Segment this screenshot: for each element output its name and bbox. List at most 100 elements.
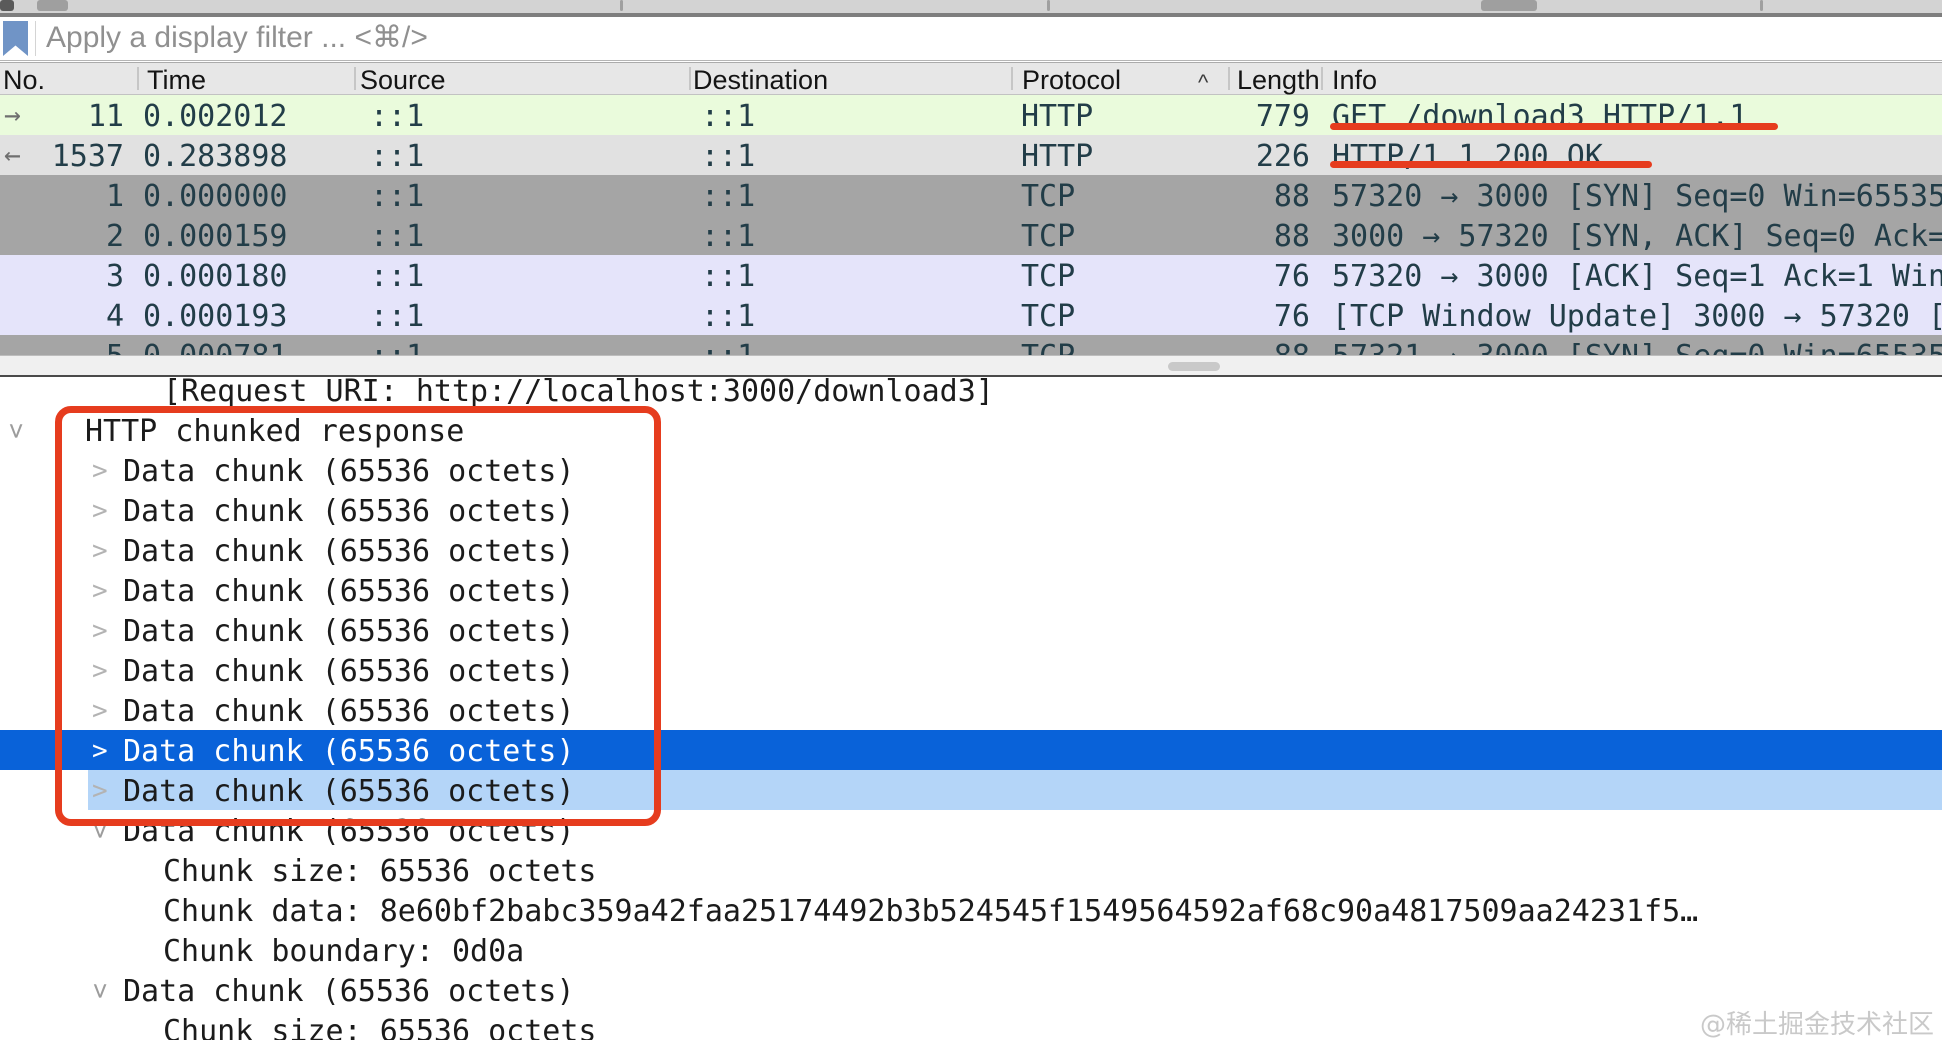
detail-row[interactable]: > Data chunk (65536 octets) — [0, 730, 1942, 770]
sort-ascending-icon[interactable]: ^ — [1198, 70, 1208, 96]
detail-row[interactable]: > Data chunk (65536 octets) — [0, 970, 1942, 1010]
packet-no: 1537 — [51, 139, 124, 174]
detail-row-label: Data chunk (65536 octets) — [123, 774, 575, 809]
packet-destination: ::1 — [701, 299, 756, 334]
packet-length: 76 — [1273, 259, 1310, 294]
toolbar-icon-remnant — [1760, 0, 1763, 11]
packet-source: ::1 — [370, 219, 425, 254]
detail-row-label: Data chunk (65536 octets) — [123, 454, 575, 489]
packet-time: 0.000781 — [143, 339, 288, 355]
packet-info: HTTP/1.1 200 OK — [1332, 139, 1603, 174]
watermark: @稀土掘金技术社区 — [1699, 1010, 1934, 1040]
column-header-length[interactable]: Length — [1237, 65, 1321, 96]
detail-row-label: Data chunk (65536 octets) — [123, 494, 575, 529]
detail-row[interactable]: > Data chunk (65536 octets) — [0, 650, 1942, 690]
detail-row[interactable]: > Data chunk (65536 octets) — [0, 690, 1942, 730]
packet-length: 76 — [1273, 299, 1310, 334]
packet-info: GET /download3 HTTP/1.1 — [1332, 99, 1748, 134]
detail-row[interactable]: Chunk data: 8e60bf2babc359a42faa25174492… — [0, 890, 1942, 930]
toolbar-icon-remnant — [1481, 0, 1537, 11]
packet-list: → 11 0.002012 ::1 ::1 HTTP 779 GET /down… — [0, 95, 1942, 355]
packet-info: 57321 → 3000 [SYN] Seq=0 Win=65535 Len=0 — [1332, 339, 1942, 355]
detail-row[interactable]: > Data chunk (65536 octets) — [0, 810, 1942, 850]
toolbar-icon-remnant — [1047, 0, 1050, 11]
packet-info: 57320 → 3000 [ACK] Seq=1 Ack=1 Win=40716… — [1332, 259, 1942, 294]
packet-length: 88 — [1160, 339, 1310, 355]
packet-info: 3000 → 57320 [SYN, ACK] Seq=0 Ack=1 Win=… — [1332, 219, 1942, 254]
detail-row[interactable]: Chunk size: 65536 octets — [0, 1010, 1942, 1040]
column-separator[interactable] — [1321, 67, 1323, 90]
column-separator[interactable] — [354, 67, 356, 90]
column-separator[interactable] — [1228, 67, 1230, 90]
column-header-info[interactable]: Info — [1332, 65, 1377, 96]
packet-time: 0.002012 — [143, 99, 288, 134]
chevron-right-icon[interactable]: > — [92, 736, 108, 766]
detail-row[interactable]: > Data chunk (65536 octets) — [0, 570, 1942, 610]
chevron-right-icon[interactable]: > — [92, 616, 108, 646]
detail-row[interactable]: > Data chunk (65536 octets) — [0, 610, 1942, 650]
packet-source: ::1 — [370, 179, 425, 214]
detail-row[interactable]: > Data chunk (65536 octets) — [0, 490, 1942, 530]
packet-list-header: ^ No. Time Source Destination Protocol Length… — [0, 62, 1942, 95]
packet-destination: ::1 — [701, 139, 756, 174]
column-header-no[interactable]: No. — [3, 65, 45, 96]
chevron-down-icon[interactable]: > — [85, 823, 115, 839]
packet-row[interactable]: 2 0.000159 ::1 ::1 TCP 88 3000 → 57320 [… — [0, 215, 1942, 255]
detail-row-label: Chunk data: 8e60bf2babc359a42faa25174492… — [163, 894, 1699, 929]
chevron-down-icon[interactable]: > — [1, 423, 31, 439]
detail-row[interactable]: > HTTP chunked response — [0, 410, 1942, 450]
column-header-destination[interactable]: Destination — [693, 65, 828, 96]
packet-destination: ::1 — [701, 219, 756, 254]
toolbar-remnant — [0, 0, 1942, 13]
detail-row-label: Data chunk (65536 octets) — [123, 974, 575, 1009]
detail-row[interactable]: > Data chunk (65536 octets) — [0, 450, 1942, 490]
detail-row[interactable]: [Request URI: http://localhost:3000/down… — [0, 377, 1942, 410]
packet-protocol: TCP — [1021, 219, 1076, 254]
detail-row-label: Data chunk (65536 octets) — [123, 694, 575, 729]
column-header-protocol[interactable]: Protocol — [1022, 65, 1121, 96]
detail-row-label: Data chunk (65536 octets) — [123, 654, 575, 689]
packet-row[interactable]: → 11 0.002012 ::1 ::1 HTTP 779 GET /down… — [0, 95, 1942, 135]
detail-row[interactable]: Chunk size: 65536 octets — [0, 850, 1942, 890]
chevron-right-icon[interactable]: > — [92, 456, 108, 486]
packet-info: [TCP Window Update] 3000 → 57320 [ACK] S… — [1332, 299, 1942, 334]
packet-row[interactable]: 3 0.000180 ::1 ::1 TCP 76 57320 → 3000 [… — [0, 255, 1942, 295]
packet-no: 11 — [87, 99, 124, 134]
detail-row-label: HTTP chunked response — [85, 414, 465, 449]
detail-row[interactable]: > Data chunk (65536 octets) — [0, 530, 1942, 570]
detail-row[interactable]: > Data chunk (65536 octets) — [0, 770, 1942, 810]
packet-row[interactable]: 4 0.000193 ::1 ::1 TCP 76 [TCP Window Up… — [0, 295, 1942, 335]
column-separator[interactable] — [137, 67, 139, 90]
chevron-right-icon[interactable]: > — [92, 576, 108, 606]
column-separator[interactable] — [1011, 67, 1013, 90]
display-filter-input[interactable] — [46, 17, 1926, 59]
chevron-right-icon[interactable]: > — [92, 496, 108, 526]
packet-protocol: TCP — [1021, 299, 1076, 334]
chevron-right-icon[interactable]: > — [92, 776, 108, 806]
packet-row[interactable]: 5 0.000781 ::1 ::1 TCP 88 57321 → 3000 [… — [0, 335, 1942, 355]
detail-row-label: Data chunk (65536 octets) — [123, 814, 575, 849]
chevron-right-icon[interactable]: > — [92, 536, 108, 566]
packet-row[interactable]: ← 1537 0.283898 ::1 ::1 HTTP 226 HTTP/1.… — [0, 135, 1942, 175]
column-separator[interactable] — [689, 67, 691, 90]
pane-splitter[interactable] — [0, 355, 1942, 377]
packet-no: 1 — [105, 179, 124, 214]
chevron-right-icon[interactable]: > — [92, 696, 108, 726]
splitter-handle-icon[interactable] — [1168, 362, 1220, 371]
display-filter-bar — [0, 17, 1942, 61]
packet-length: 88 — [1273, 179, 1310, 214]
column-header-source[interactable]: Source — [360, 65, 446, 96]
packet-protocol: TCP — [1021, 339, 1075, 355]
chevron-down-icon[interactable]: > — [85, 983, 115, 999]
packet-source: ::1 — [370, 299, 425, 334]
column-header-time[interactable]: Time — [147, 65, 206, 96]
packet-no: 2 — [105, 219, 124, 254]
detail-row-label: Data chunk (65536 octets) — [123, 734, 575, 769]
packet-source: ::1 — [370, 139, 425, 174]
filter-divider — [35, 21, 36, 56]
chevron-right-icon[interactable]: > — [92, 656, 108, 686]
detail-row[interactable]: Chunk boundary: 0d0a — [0, 930, 1942, 970]
detail-row-label: Data chunk (65536 octets) — [123, 574, 575, 609]
packet-row[interactable]: 1 0.000000 ::1 ::1 TCP 88 57320 → 3000 [… — [0, 175, 1942, 215]
filter-bookmark-icon[interactable] — [3, 21, 28, 56]
